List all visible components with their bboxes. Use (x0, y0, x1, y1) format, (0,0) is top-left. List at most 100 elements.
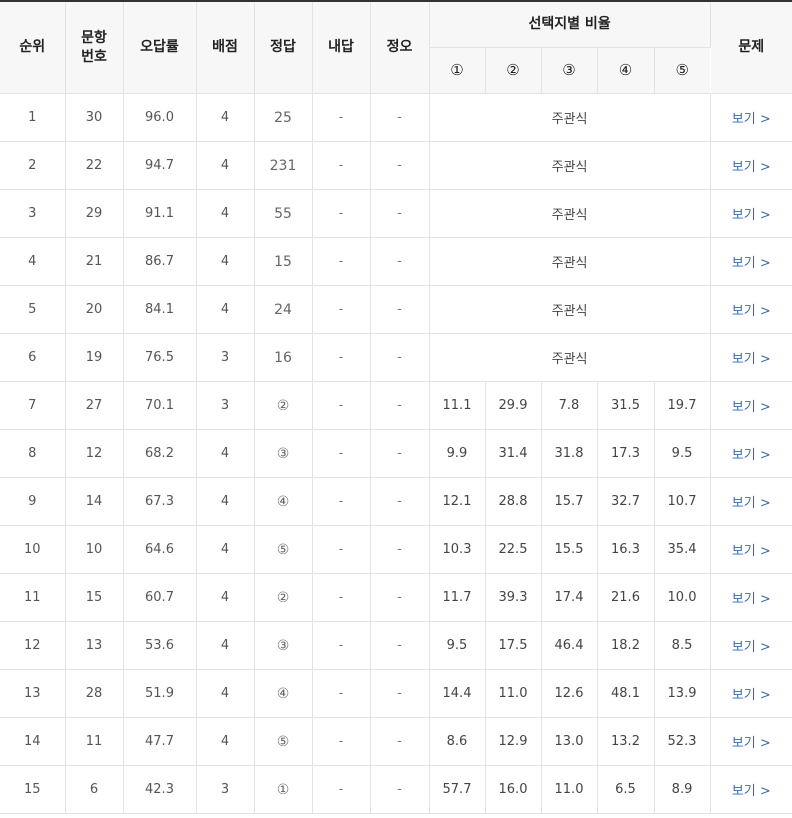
cell-correct-wrong: - (370, 621, 430, 670)
header-question-number-line2: 번호 (81, 48, 107, 65)
header-question-number: 문항 번호 (65, 1, 124, 94)
cell-my-answer: - (312, 381, 371, 430)
view-problem-link[interactable]: 보기 > (732, 160, 771, 175)
cell-choice-5-ratio: 10.0 (654, 573, 711, 622)
cell-problem: 보기 > (710, 237, 792, 286)
table-body: 1 30 96.0 4 25- - 주관식 보기 >2 22 94.7 4 231- - 주관식 보기 >3… (0, 93, 792, 814)
table-row: 15 6 42.3 3 ① - -57.7 16.0 11.0 6.5 8.9 보기 > (0, 765, 792, 814)
cell-choice-1-ratio: 9.5 (429, 621, 486, 670)
cell-choice-5-ratio: 35.4 (654, 525, 711, 574)
cell-my-answer: - (312, 765, 371, 814)
cell-points: 4 (196, 525, 255, 574)
view-problem-link[interactable]: 보기 > (732, 304, 771, 319)
cell-answer: ④ (254, 669, 313, 718)
view-problem-link[interactable]: 보기 > (732, 592, 771, 607)
cell-error-rate: 76.5 (123, 333, 197, 382)
cell-my-answer: - (312, 333, 371, 382)
header-my-answer: 내답 (312, 1, 371, 94)
cell-correct-wrong: - (370, 669, 430, 718)
cell-points: 4 (196, 621, 255, 670)
view-problem-link[interactable]: 보기 > (732, 112, 771, 127)
cell-error-rate: 68.2 (123, 429, 197, 478)
cell-question-number: 30 (65, 93, 124, 142)
cell-error-rate: 96.0 (123, 93, 197, 142)
header-choice-ratio: 선택지별 비율 (429, 1, 711, 48)
cell-choice-5-ratio: 8.5 (654, 621, 711, 670)
cell-choice-4-ratio: 13.2 (597, 717, 655, 766)
cell-choice-2-ratio: 39.3 (485, 573, 542, 622)
cell-error-rate: 64.6 (123, 525, 197, 574)
view-problem-link[interactable]: 보기 > (732, 640, 771, 655)
cell-choice-5-ratio: 10.7 (654, 477, 711, 526)
view-problem-link[interactable]: 보기 > (732, 736, 771, 751)
view-problem-link[interactable]: 보기 > (732, 352, 771, 367)
cell-question-number: 20 (65, 285, 124, 334)
cell-correct-wrong: - (370, 381, 430, 430)
cell-choice-2-ratio: 22.5 (485, 525, 542, 574)
cell-problem: 보기 > (710, 765, 792, 814)
cell-choice-5-ratio: 9.5 (654, 429, 711, 478)
cell-points: 4 (196, 93, 255, 142)
cell-error-rate: 94.7 (123, 141, 197, 190)
cell-choice-4-ratio: 32.7 (597, 477, 655, 526)
cell-subjective: 주관식 (429, 189, 711, 238)
view-problem-link[interactable]: 보기 > (732, 688, 771, 703)
cell-rank: 14 (0, 717, 66, 766)
cell-choice-4-ratio: 18.2 (597, 621, 655, 670)
header-correct-wrong: 정오 (370, 1, 430, 94)
header-answer: 정답 (254, 1, 313, 94)
cell-choice-3-ratio: 11.0 (541, 765, 598, 814)
cell-error-rate: 67.3 (123, 477, 197, 526)
table-row: 13 28 51.9 4 ④ - -14.4 11.0 12.6 48.1 13.9 보기 > (0, 669, 792, 718)
table-row: 5 20 84.1 4 24- - 주관식 보기 > (0, 285, 792, 334)
cell-choice-5-ratio: 8.9 (654, 765, 711, 814)
view-problem-link[interactable]: 보기 > (732, 400, 771, 415)
header-error-rate: 오답률 (123, 1, 197, 94)
header-choice-2: ② (485, 47, 542, 94)
cell-rank: 6 (0, 333, 66, 382)
cell-question-number: 15 (65, 573, 124, 622)
view-problem-link[interactable]: 보기 > (732, 256, 771, 271)
cell-choice-5-ratio: 19.7 (654, 381, 711, 430)
cell-answer: 25 (254, 93, 313, 142)
view-problem-link[interactable]: 보기 > (732, 496, 771, 511)
view-problem-link[interactable]: 보기 > (732, 208, 771, 223)
cell-correct-wrong: - (370, 717, 430, 766)
cell-my-answer: - (312, 621, 371, 670)
cell-subjective: 주관식 (429, 333, 711, 382)
cell-my-answer: - (312, 525, 371, 574)
cell-question-number: 27 (65, 381, 124, 430)
view-problem-link[interactable]: 보기 > (732, 448, 771, 463)
cell-error-rate: 70.1 (123, 381, 197, 430)
cell-rank: 15 (0, 765, 66, 814)
cell-answer: 15 (254, 237, 313, 286)
cell-answer: ② (254, 573, 313, 622)
cell-points: 4 (196, 477, 255, 526)
cell-my-answer: - (312, 141, 371, 190)
cell-rank: 3 (0, 189, 66, 238)
cell-my-answer: - (312, 669, 371, 718)
cell-problem: 보기 > (710, 381, 792, 430)
cell-answer: ④ (254, 477, 313, 526)
header-choice-5: ⑤ (654, 47, 711, 94)
cell-choice-2-ratio: 28.8 (485, 477, 542, 526)
cell-points: 3 (196, 333, 255, 382)
cell-correct-wrong: - (370, 429, 430, 478)
table-row: 12 13 53.6 4 ③ - -9.5 17.5 46.4 18.2 8.5 보기 > (0, 621, 792, 670)
cell-points: 4 (196, 669, 255, 718)
cell-correct-wrong: - (370, 573, 430, 622)
cell-my-answer: - (312, 189, 371, 238)
cell-answer: ③ (254, 621, 313, 670)
cell-problem: 보기 > (710, 621, 792, 670)
cell-my-answer: - (312, 285, 371, 334)
cell-problem: 보기 > (710, 429, 792, 478)
cell-correct-wrong: - (370, 285, 430, 334)
table-row: 11 15 60.7 4 ② - -11.7 39.3 17.4 21.6 10.0 보기 > (0, 573, 792, 622)
cell-error-rate: 60.7 (123, 573, 197, 622)
cell-question-number: 22 (65, 141, 124, 190)
view-problem-link[interactable]: 보기 > (732, 784, 771, 799)
cell-correct-wrong: - (370, 141, 430, 190)
cell-answer: 16 (254, 333, 313, 382)
view-problem-link[interactable]: 보기 > (732, 544, 771, 559)
cell-my-answer: - (312, 429, 371, 478)
